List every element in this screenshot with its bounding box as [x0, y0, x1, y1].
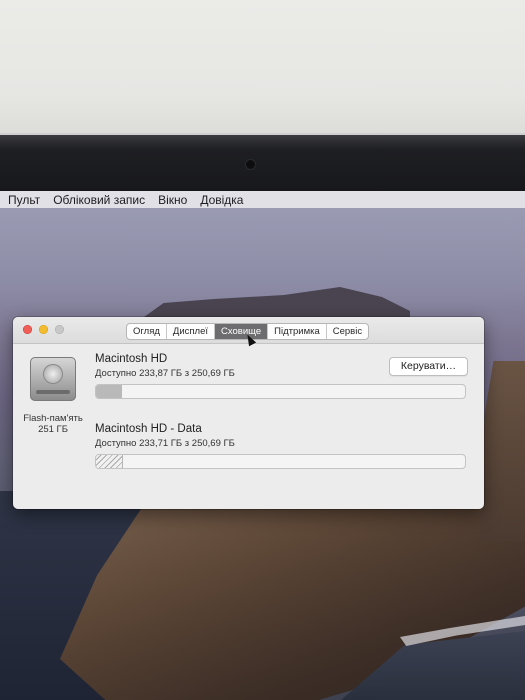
menu-item-window[interactable]: Вікно [158, 193, 187, 207]
menu-item-help[interactable]: Довідка [200, 193, 243, 207]
volume-available: Доступно 233,71 ГБ з 250,69 ГБ [95, 438, 235, 449]
storage-bar [95, 454, 466, 469]
close-button[interactable] [23, 325, 32, 334]
volume-name: Macintosh HD - Data [95, 423, 202, 435]
storage-bar [95, 384, 466, 399]
storage-bar-fill [96, 455, 123, 468]
drive-size-label: 251 ГБ [38, 424, 68, 435]
volume-available: Доступно 233,87 ГБ з 250,69 ГБ [95, 368, 235, 379]
tab-overview[interactable]: Огляд [127, 324, 167, 339]
monitor-bezel [0, 133, 525, 193]
drive-info: Flash-пам'ять 251 ГБ [17, 413, 89, 435]
volume-name: Macintosh HD [95, 353, 168, 365]
menu-item-pult[interactable]: Пульт [8, 193, 40, 207]
about-this-mac-window: Огляд Дисплеї Сховище Підтримка Сервіс F… [13, 317, 484, 509]
tab-displays[interactable]: Дисплеї [167, 324, 215, 339]
drive-platter [43, 364, 63, 384]
menu-item-account[interactable]: Обліковий запис [53, 193, 145, 207]
tab-service[interactable]: Сервіс [327, 324, 368, 339]
minimize-button[interactable] [39, 325, 48, 334]
flash-drive-icon [30, 357, 76, 401]
manage-button[interactable]: Керувати… [389, 357, 468, 376]
tab-storage[interactable]: Сховище [215, 324, 269, 339]
title-bar: Огляд Дисплеї Сховище Підтримка Сервіс [13, 317, 484, 347]
screen: Пульт Обліковий запис Вікно Довідка Огля… [0, 191, 525, 700]
menu-bar: Пульт Обліковий запис Вікно Довідка [0, 191, 525, 208]
drive-slot [36, 390, 70, 394]
wallpaper-cliff-right [480, 361, 525, 541]
tab-support[interactable]: Підтримка [268, 324, 327, 339]
storage-bar-fill [96, 385, 122, 398]
wall-background [0, 0, 525, 135]
zoom-button[interactable] [55, 325, 64, 334]
camera-icon [246, 160, 255, 169]
drive-type-label: Flash-пам'ять [23, 413, 83, 424]
